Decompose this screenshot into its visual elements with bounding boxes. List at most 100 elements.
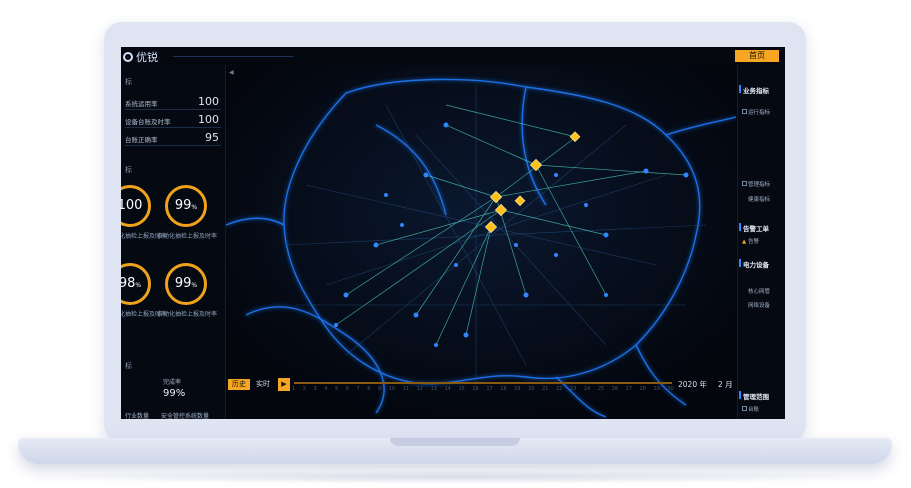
metric-row: 设备台账及时率 100	[125, 113, 221, 128]
timeline-tick[interactable]: 4	[324, 386, 327, 394]
timeline-tick[interactable]: 6	[346, 386, 349, 394]
realtime-tab[interactable]: 实时	[253, 379, 273, 390]
menu-item[interactable]: 健康指标	[748, 195, 770, 203]
timeline-tick[interactable]: 28	[640, 386, 646, 394]
timeline-tick[interactable]: 12	[417, 386, 423, 394]
menu-item[interactable]: 台账	[748, 405, 759, 413]
checkbox[interactable]	[742, 406, 747, 411]
timeline-tick[interactable]: 13	[431, 386, 437, 394]
timeline-tick[interactable]: 10	[389, 386, 395, 394]
warning-icon: ▲	[742, 239, 747, 245]
city-network-map[interactable]	[225, 65, 737, 419]
timeline-tick[interactable]: 15	[458, 386, 464, 394]
laptop-notch	[390, 438, 520, 446]
metric-value: 95	[205, 131, 219, 144]
dashboard-screen: 优锐 首页 标 系统运用率 100 设备台账及时率 100 台账正确率 95 标…	[121, 47, 785, 419]
section-accent	[739, 223, 741, 231]
timeline-tick[interactable]: 14	[445, 386, 451, 394]
gauge-ring: 99%	[165, 263, 207, 305]
gauge-value: 100	[121, 198, 143, 213]
timeline-tick[interactable]: 7	[357, 386, 360, 394]
timeline-tick[interactable]: 26	[612, 386, 618, 394]
section-title: 告警工单	[743, 225, 769, 233]
timeline-tick[interactable]: 18	[500, 386, 506, 394]
month-display: 2 月	[718, 380, 733, 389]
gauge-unit: %	[135, 282, 142, 289]
gauge-ring: 100	[121, 185, 151, 227]
timeline-tick[interactable]: 8	[367, 386, 370, 394]
equipment-item[interactable]: 核心网管	[748, 287, 770, 295]
section-accent	[739, 391, 741, 399]
header-divider	[173, 56, 293, 57]
bottom-label: 完成率	[163, 379, 182, 386]
section-title: 标	[125, 166, 132, 174]
timeline-tick[interactable]: 23	[570, 386, 576, 394]
timeline-tick[interactable]: 17	[486, 386, 492, 394]
timeline-tick[interactable]: 9	[378, 386, 381, 394]
checkbox[interactable]	[742, 109, 747, 114]
timeline-tick[interactable]: 21	[542, 386, 548, 394]
gauge-value: 99	[174, 276, 192, 291]
alarm-label: 告警	[747, 239, 759, 245]
section-title: 标	[125, 78, 132, 86]
left-panel: 标 系统运用率 100 设备台账及时率 100 台账正确率 95 标 100 9…	[121, 65, 226, 419]
right-panel: 业务指标 运行指标 管理指标 健康指标 告警工单 ▲ 告警 电力设备 核心网管 …	[737, 65, 785, 419]
metric-row: 台账正确率 95	[125, 131, 221, 146]
collapse-icon[interactable]: ◀	[229, 69, 234, 76]
metric-value: 100	[198, 113, 219, 126]
section-title: 业务指标	[743, 87, 769, 95]
map-canvas	[225, 65, 737, 419]
logo-icon	[123, 52, 133, 62]
bottom-label: 行业数量	[125, 413, 150, 419]
timeline-tick[interactable]: 2	[303, 386, 306, 394]
timeline-bar: 历史 实时 ▶ 1 2 3 4 5 6 7 8 9 10 11 12 13 14 15 16 17 18 19 20 2…	[226, 377, 736, 399]
gauge-value: 98	[121, 276, 136, 291]
timeline-tick[interactable]: 20	[528, 386, 534, 394]
section-title: 管理范围	[743, 393, 769, 401]
laptop-shadow	[20, 470, 891, 484]
metric-row: 系统运用率 100	[125, 95, 221, 110]
alarm-item[interactable]: ▲ 告警	[742, 237, 759, 245]
gauge-ring: 99%	[165, 185, 207, 227]
bottom-label: 安全管控系统数量	[161, 413, 210, 419]
metric-label: 设备台账及时率	[125, 118, 171, 126]
play-icon[interactable]: ▶	[278, 378, 290, 391]
timeline-tick[interactable]: 25	[598, 386, 604, 394]
timeline-tick[interactable]: 3	[314, 386, 317, 394]
metric-label: 台账正确率	[125, 136, 158, 144]
gauge-unit: %	[191, 204, 198, 211]
gauge-value: 99	[174, 198, 192, 213]
timeline-tick[interactable]: 24	[584, 386, 590, 394]
home-button[interactable]: 首页	[735, 50, 779, 62]
timeline-ticks: 1 2 3 4 5 6 7 8 9 10 11 12 13 14 15 16 17 18 19 20 21 22 23 24 2…	[292, 386, 674, 394]
brand-name: 优锐	[136, 51, 158, 64]
year-display: 2020 年	[678, 380, 707, 389]
bottom-value: 99%	[163, 388, 186, 399]
menu-item[interactable]: 管理指标	[748, 180, 770, 188]
timeline-tick[interactable]: 22	[556, 386, 562, 394]
top-bar: 优锐 首页	[121, 47, 785, 66]
checkbox[interactable]	[742, 181, 747, 186]
section-accent	[739, 85, 741, 93]
section-title: 标	[125, 362, 132, 370]
gauge-unit: %	[191, 282, 198, 289]
gauge-caption: 自动化抽检上报及时率	[157, 311, 218, 318]
history-tab[interactable]: 历史	[228, 379, 250, 390]
section-accent	[739, 259, 741, 267]
menu-item[interactable]: 运行指标	[748, 108, 770, 116]
timeline-tick[interactable]: 19	[514, 386, 520, 394]
timeline-tick[interactable]: 30	[668, 386, 674, 394]
timeline-tick[interactable]: 1	[292, 386, 295, 394]
timeline-tick[interactable]: 29	[654, 386, 660, 394]
timeline-tick[interactable]: 16	[472, 386, 478, 394]
timeline-tick[interactable]: 11	[403, 386, 409, 394]
gauge-caption: 自动化抽检上报及时率	[157, 233, 218, 240]
equipment-item[interactable]: 网络设备	[748, 301, 770, 309]
gauge-ring: 98%	[121, 263, 151, 305]
timeline-tick[interactable]: 5	[335, 386, 338, 394]
timeline-track[interactable]	[294, 382, 672, 384]
brand-logo: 优锐	[123, 49, 158, 65]
section-title: 电力设备	[743, 261, 769, 269]
metric-label: 系统运用率	[125, 100, 158, 108]
timeline-tick[interactable]: 27	[626, 386, 632, 394]
